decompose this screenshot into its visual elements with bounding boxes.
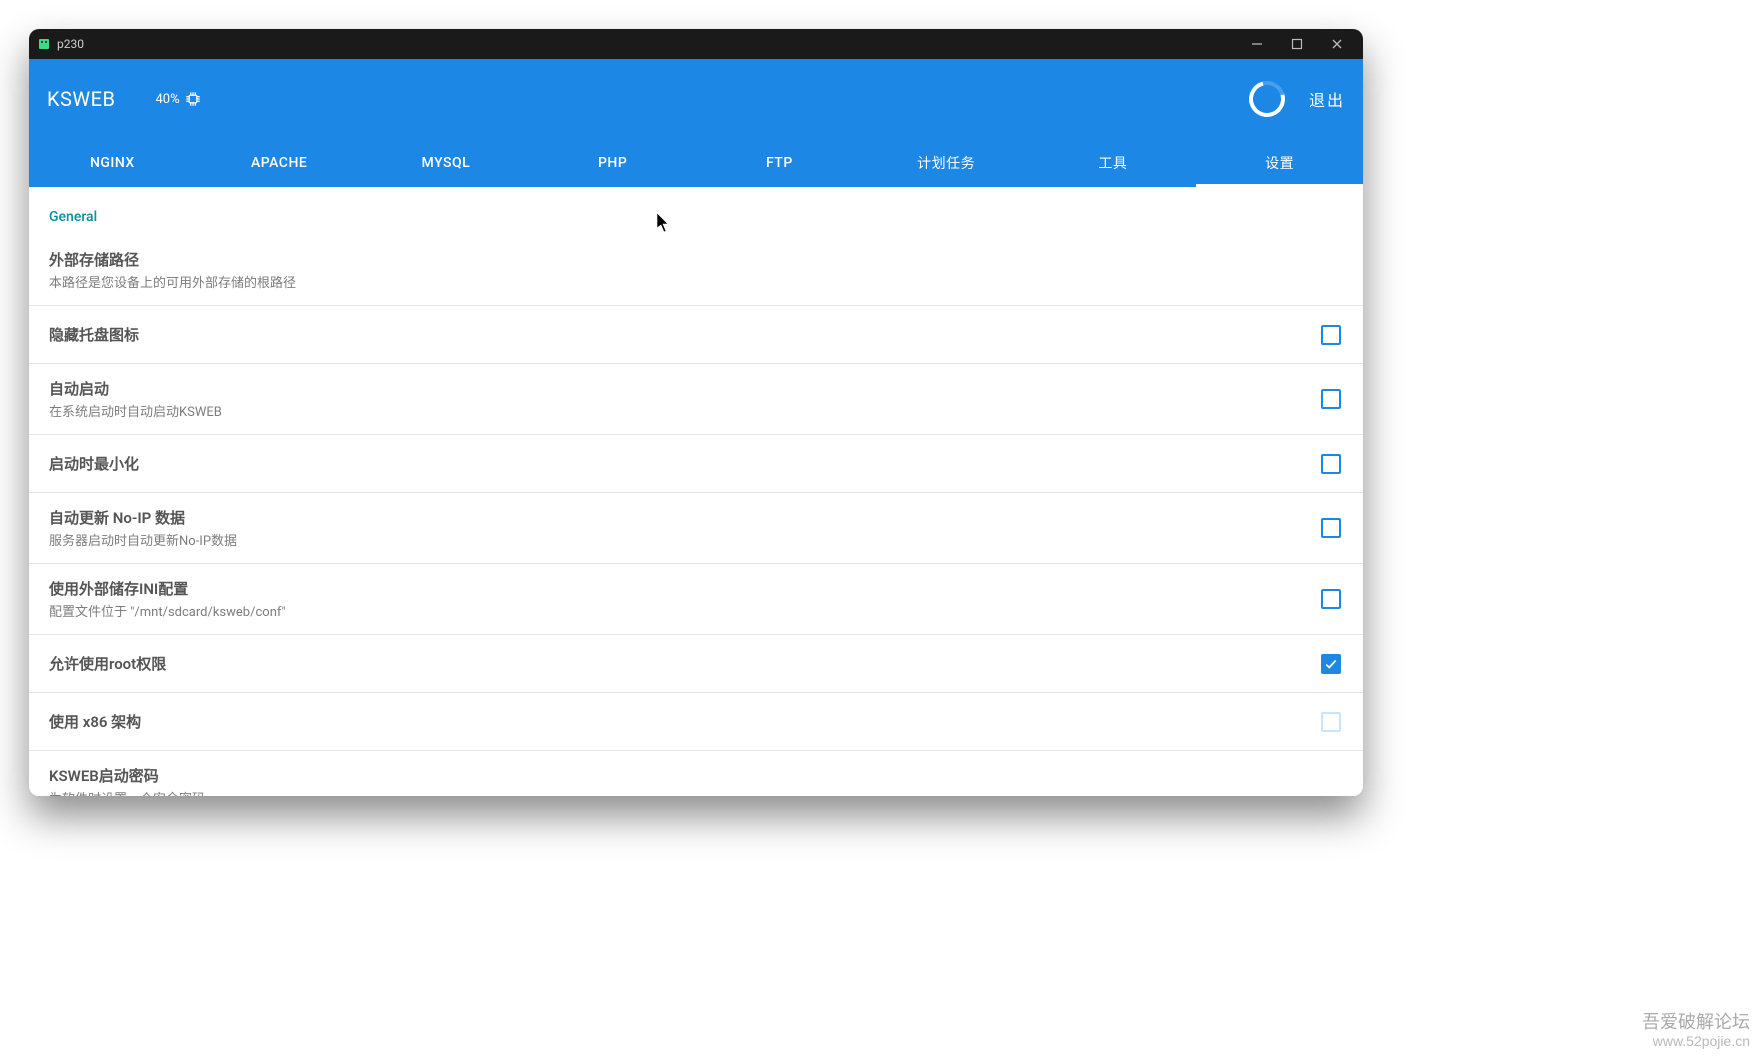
- tab-label: 计划任务: [917, 153, 975, 173]
- cpu-usage: 40%: [156, 90, 202, 108]
- setting-title: 外部存储路径: [49, 249, 1345, 270]
- setting-use-external-ini[interactable]: 使用外部储存INI配置 配置文件位于 "/mnt/sdcard/ksweb/co…: [29, 564, 1363, 635]
- section-general-header: General: [29, 187, 1363, 235]
- tab-ftp[interactable]: FTP: [696, 139, 863, 187]
- setting-allow-root[interactable]: 允许使用root权限: [29, 635, 1363, 693]
- maximize-button[interactable]: [1277, 30, 1317, 58]
- setting-title: 自动更新 No-IP 数据: [49, 507, 1321, 528]
- checkbox-use-external-ini[interactable]: [1321, 589, 1341, 609]
- setting-title: 隐藏托盘图标: [49, 324, 1321, 345]
- setting-hide-tray-icon[interactable]: 隐藏托盘图标: [29, 306, 1363, 364]
- tab-nginx[interactable]: NGINX: [29, 139, 196, 187]
- cursor-icon: [657, 213, 671, 233]
- watermark-line1: 吾爱破解论坛: [1642, 1012, 1750, 1034]
- tab-label: APACHE: [251, 155, 307, 171]
- setting-use-x86[interactable]: 使用 x86 架构: [29, 693, 1363, 751]
- tab-tools[interactable]: 工具: [1030, 139, 1197, 187]
- tab-label: PHP: [598, 155, 627, 171]
- setting-title: 使用 x86 架构: [49, 711, 1321, 732]
- emulator-window: p230 KSWEB 40% 退出 NGINX APACHE: [29, 29, 1363, 796]
- window-titlebar: p230: [29, 29, 1363, 59]
- setting-subtitle: 配置文件位于 "/mnt/sdcard/ksweb/conf": [49, 601, 1321, 620]
- setting-title: KSWEB启动密码: [49, 765, 1345, 786]
- checkbox-start-minimized[interactable]: [1321, 454, 1341, 474]
- tab-label: 工具: [1098, 153, 1127, 173]
- tab-label: 设置: [1265, 153, 1294, 173]
- exit-button[interactable]: 退出: [1309, 87, 1345, 111]
- tab-settings[interactable]: 设置: [1196, 139, 1363, 187]
- tab-bar: NGINX APACHE MYSQL PHP FTP 计划任务 工具 设置: [29, 139, 1363, 187]
- app-icon: [37, 37, 51, 51]
- tab-label: MYSQL: [422, 155, 471, 171]
- setting-subtitle: 本路径是您设备上的可用外部存储的根路径: [49, 272, 1345, 291]
- app-title: KSWEB: [47, 87, 116, 111]
- app-header: KSWEB 40% 退出: [29, 59, 1363, 139]
- settings-content: General 外部存储路径 本路径是您设备上的可用外部存储的根路径 隐藏托盘图…: [29, 187, 1363, 796]
- tab-label: FTP: [766, 155, 793, 171]
- setting-subtitle: 为软件时设置一个安全密码: [49, 788, 1345, 796]
- close-button[interactable]: [1317, 30, 1357, 58]
- tab-label: NGINX: [90, 155, 135, 171]
- checkbox-use-x86: [1321, 712, 1341, 732]
- tab-mysql[interactable]: MYSQL: [363, 139, 530, 187]
- setting-start-minimized[interactable]: 启动时最小化: [29, 435, 1363, 493]
- tab-apache[interactable]: APACHE: [196, 139, 363, 187]
- setting-title: 自动启动: [49, 378, 1321, 399]
- minimize-button[interactable]: [1237, 30, 1277, 58]
- tab-scheduled[interactable]: 计划任务: [863, 139, 1030, 187]
- setting-auto-start[interactable]: 自动启动 在系统启动时自动启动KSWEB: [29, 364, 1363, 435]
- setting-title: 允许使用root权限: [49, 653, 1321, 674]
- checkbox-auto-update-noip[interactable]: [1321, 518, 1341, 538]
- checkbox-auto-start[interactable]: [1321, 389, 1341, 409]
- setting-title: 使用外部储存INI配置: [49, 578, 1321, 599]
- cpu-percent-text: 40%: [156, 92, 180, 107]
- setting-title: 启动时最小化: [49, 453, 1321, 474]
- chip-icon: [184, 90, 202, 108]
- window-title: p230: [57, 37, 84, 51]
- tab-php[interactable]: PHP: [529, 139, 696, 187]
- watermark: 吾爱破解论坛 www.52pojie.cn: [1642, 1012, 1750, 1050]
- setting-subtitle: 在系统启动时自动启动KSWEB: [49, 401, 1321, 420]
- setting-subtitle: 服务器启动时自动更新No-IP数据: [49, 530, 1321, 549]
- checkbox-allow-root[interactable]: [1321, 654, 1341, 674]
- watermark-line2: www.52pojie.cn: [1642, 1033, 1750, 1050]
- checkbox-hide-tray-icon[interactable]: [1321, 325, 1341, 345]
- setting-ext-storage-path[interactable]: 外部存储路径 本路径是您设备上的可用外部存储的根路径: [29, 235, 1363, 306]
- setting-start-password[interactable]: KSWEB启动密码 为软件时设置一个安全密码: [29, 751, 1363, 796]
- loading-spinner-icon: [1242, 74, 1291, 123]
- setting-auto-update-noip[interactable]: 自动更新 No-IP 数据 服务器启动时自动更新No-IP数据: [29, 493, 1363, 564]
